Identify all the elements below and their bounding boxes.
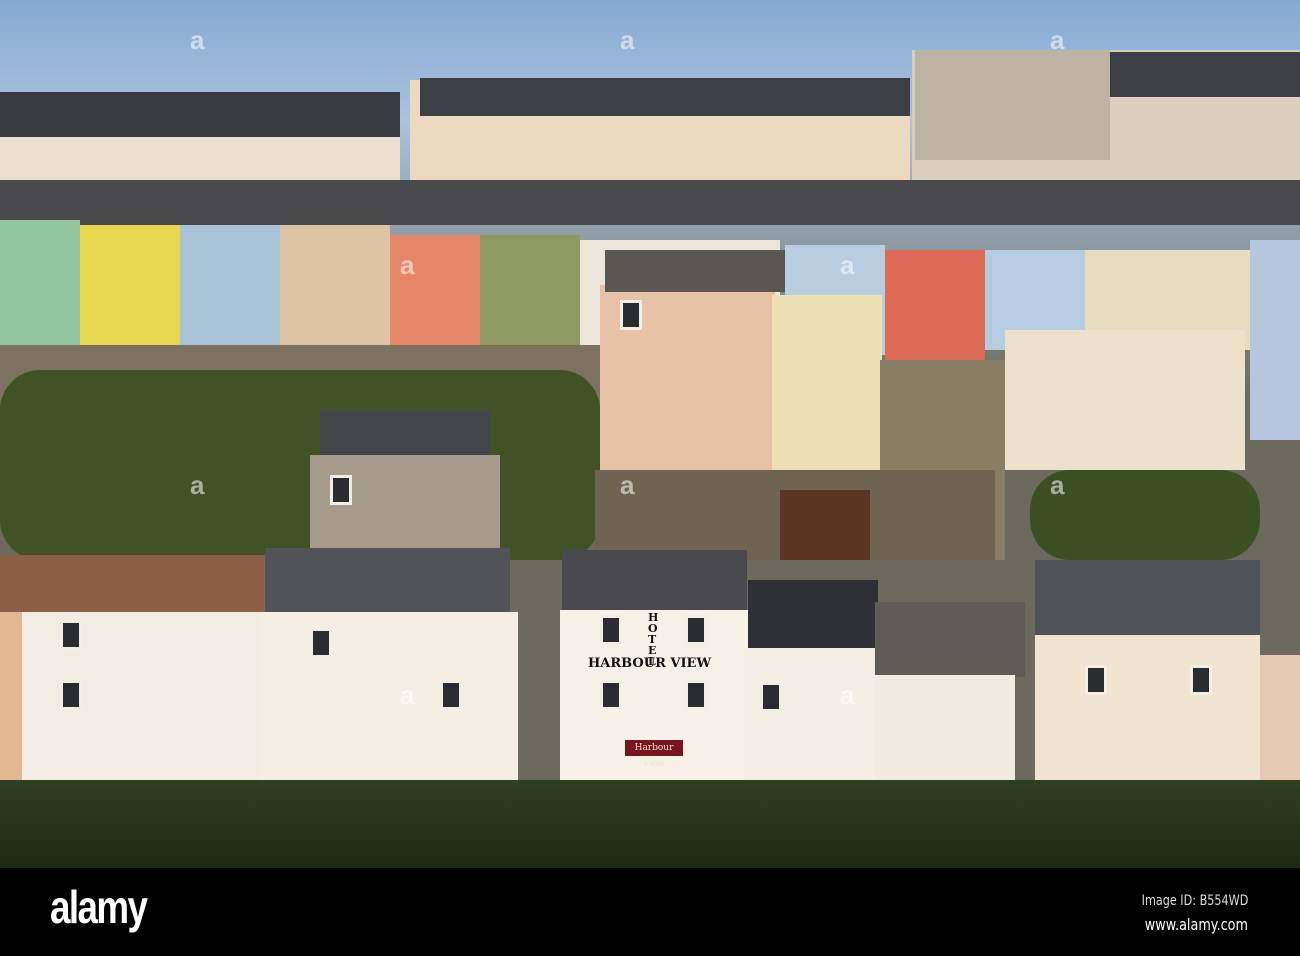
roof: [265, 548, 510, 616]
window: [440, 680, 462, 710]
window: [600, 615, 622, 645]
watermark-bar: [0, 868, 1300, 956]
hedge: [0, 780, 1300, 868]
hotel-main-sign: HARBOUR VIEW: [588, 656, 712, 671]
watermark-glyph: a: [840, 680, 855, 710]
hotel-canopy: Harbour View: [625, 740, 683, 769]
image-id: Image ID: B554WD: [1141, 893, 1248, 909]
flat-block: [915, 50, 1110, 160]
roof: [320, 410, 490, 455]
roof: [1035, 560, 1260, 638]
house-tan-left: [0, 612, 22, 787]
bushes: [1030, 470, 1260, 560]
house-yellow: [80, 225, 180, 345]
house-blue: [180, 225, 280, 345]
house-cream-right: [1005, 330, 1245, 470]
photo-scene: HOTEL HARBOUR VIEW Harbour View a a a a …: [0, 0, 1300, 868]
window: [1085, 665, 1107, 695]
roof: [875, 602, 1025, 677]
window: [600, 680, 622, 710]
roof: [1110, 52, 1300, 97]
house-green: [0, 220, 80, 345]
roof: [562, 550, 747, 612]
watermark-glyph: a: [400, 680, 415, 710]
window: [1190, 665, 1212, 695]
watermark-glyph: a: [400, 250, 415, 280]
trees: [0, 370, 600, 560]
window: [760, 682, 782, 712]
roof: [0, 555, 275, 615]
wooden-house: [780, 490, 870, 560]
watermark-glyph: a: [1050, 470, 1065, 500]
window: [685, 615, 707, 645]
watermark-glyph: a: [1050, 25, 1065, 55]
house-olive: [480, 235, 580, 350]
window: [685, 680, 707, 710]
house-pale-yellow: [772, 295, 882, 470]
window: [310, 628, 332, 658]
roof: [0, 92, 400, 137]
window: [60, 620, 82, 650]
window: [620, 300, 642, 330]
alamy-url: www.alamy.com: [1144, 915, 1248, 934]
house-white-left: [20, 612, 275, 787]
roof: [748, 580, 878, 650]
roof: [0, 180, 1300, 225]
watermark-glyph: a: [190, 25, 205, 55]
watermark-glyph: a: [620, 25, 635, 55]
house-blue-right: [1250, 240, 1300, 440]
roof: [420, 78, 910, 116]
roof: [605, 250, 785, 292]
house-white-second: [260, 612, 518, 792]
watermark-glyph: a: [190, 470, 205, 500]
window: [60, 680, 82, 710]
alamy-logo: alamy: [50, 881, 148, 933]
window: [330, 475, 352, 505]
watermark-glyph: a: [620, 470, 635, 500]
house-beige: [280, 225, 390, 345]
house-red: [885, 250, 985, 360]
watermark-glyph: a: [840, 250, 855, 280]
